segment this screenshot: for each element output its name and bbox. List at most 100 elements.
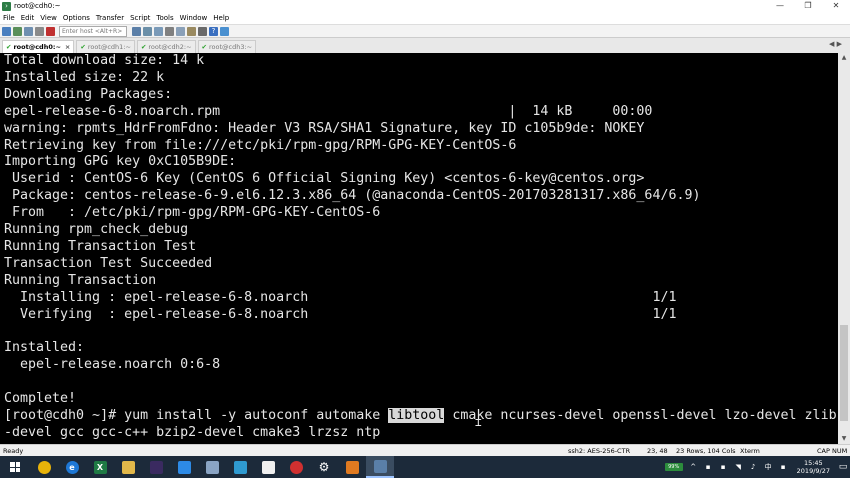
taskbar-explorer[interactable] — [114, 456, 142, 478]
terminal-output[interactable]: Total download size: 14 k Installed size:… — [0, 53, 838, 444]
terminal-line: Installed size: 22 k — [4, 69, 165, 85]
tab-cdh0[interactable]: ✔ root@cdh0:~ × — [2, 40, 75, 53]
app-icon — [261, 460, 275, 474]
app-icon — [233, 460, 247, 474]
chrome-icon — [37, 460, 51, 474]
status-position: 23, 48 — [647, 447, 668, 455]
scroll-thumb[interactable] — [840, 325, 848, 421]
maximize-button[interactable]: ❐ — [794, 0, 822, 12]
taskbar-app12[interactable] — [338, 456, 366, 478]
scroll-up-icon[interactable]: ▲ — [838, 53, 850, 63]
connect-tab-icon[interactable] — [24, 26, 33, 36]
input-method-icon[interactable]: 中 — [763, 462, 774, 473]
tray-app-icon[interactable]: ▪ — [703, 462, 714, 473]
taskbar-app6[interactable] — [170, 456, 198, 478]
terminal-line: Total download size: 14 k — [4, 53, 205, 68]
paste-icon[interactable] — [143, 26, 152, 36]
taskbar-securecrt[interactable] — [366, 456, 394, 478]
host-input[interactable]: Enter host <Alt+R> — [59, 25, 127, 37]
menu-view[interactable]: View — [37, 14, 60, 22]
taskbar-chrome[interactable] — [30, 456, 58, 478]
app-icon — [149, 460, 163, 474]
taskbar-app8[interactable] — [226, 456, 254, 478]
edge-icon: e — [65, 460, 79, 474]
reconnect-icon[interactable] — [35, 26, 44, 36]
tray-app-icon[interactable]: ▪ — [778, 462, 789, 473]
terminal-line: epel-release-6-8.noarch.rpm | 14 kB 00:0… — [4, 103, 653, 119]
session-tabs: ✔ root@cdh0:~ × ✔ root@cdh1:~ ✔ root@cdh… — [0, 38, 850, 53]
tab-label: root@cdh0:~ — [13, 43, 61, 51]
app-icon — [177, 460, 191, 474]
menu-options[interactable]: Options — [60, 14, 93, 22]
sftp-icon[interactable] — [187, 26, 196, 36]
terminal-line: Complete! — [4, 391, 77, 407]
taskbar-app5[interactable] — [142, 456, 170, 478]
terminal-text: Total download size: 14 k Installed size:… — [0, 53, 838, 408]
taskbar-excel[interactable]: X — [86, 456, 114, 478]
help-icon[interactable]: ? — [209, 26, 218, 36]
terminal-line: Userid : CentOS-6 Key (CentOS 6 Official… — [4, 171, 645, 187]
terminal-line: Retrieving key from file:///etc/pki/rpm-… — [4, 137, 517, 153]
window-title: root@cdh0:~ — [14, 2, 61, 10]
keymap-icon[interactable] — [198, 26, 207, 36]
scroll-down-icon[interactable]: ▼ — [838, 434, 850, 444]
clock[interactable]: 15:45 2019/9/27 — [797, 459, 830, 475]
status-cipher: ssh2: AES-256-CTR — [568, 447, 631, 455]
windows-icon — [10, 462, 20, 472]
folder-icon — [121, 460, 135, 474]
connected-check-icon: ✔ — [6, 43, 12, 51]
taskbar-app9[interactable] — [254, 456, 282, 478]
clock-date: 2019/9/27 — [796, 467, 830, 475]
menu-window[interactable]: Window — [177, 14, 211, 22]
terminal-line: From : /etc/pki/rpm-gpg/RPM-GPG-KEY-Cent… — [4, 205, 381, 221]
tab-cdh3[interactable]: ✔ root@cdh3:~ — [197, 40, 257, 53]
copy-icon[interactable] — [132, 26, 141, 36]
terminal-line: Running Transaction — [4, 272, 157, 288]
menu-transfer[interactable]: Transfer — [93, 14, 127, 22]
tab-cdh2[interactable]: ✔ root@cdh2:~ — [136, 40, 196, 53]
taskbar: e X ⚙ 99% ^ ▪ ▪ ◥ ♪ 中 ▪ 15:45 2019/9/27 … — [0, 456, 850, 478]
about-icon[interactable] — [220, 26, 229, 36]
volume-icon[interactable]: ♪ — [748, 462, 759, 473]
app-icon: › — [2, 1, 11, 11]
print-icon[interactable] — [165, 26, 174, 36]
menu-file[interactable]: File — [0, 14, 18, 22]
chevron-up-icon[interactable]: ^ — [688, 462, 699, 473]
battery-indicator[interactable]: 99% — [664, 463, 683, 471]
start-button[interactable] — [0, 456, 30, 478]
connected-check-icon: ✔ — [140, 43, 147, 51]
notification-icon[interactable]: ▭ — [836, 456, 850, 478]
close-tab-icon[interactable]: × — [65, 41, 70, 53]
minimize-button[interactable]: — — [766, 0, 794, 12]
menu-script[interactable]: Script — [127, 14, 153, 22]
tab-scroll-arrows[interactable]: ◀ ▶ — [829, 40, 842, 48]
menu-bar: File Edit View Options Transfer Script T… — [0, 12, 850, 25]
taskbar-settings[interactable]: ⚙ — [310, 456, 338, 478]
tab-cdh1[interactable]: ✔ root@cdh1:~ — [76, 40, 135, 53]
taskbar-app10[interactable] — [282, 456, 310, 478]
quick-connect-icon[interactable] — [13, 26, 22, 36]
menu-edit[interactable]: Edit — [18, 14, 38, 22]
vertical-scrollbar[interactable]: ▲ ▼ — [838, 53, 850, 444]
terminal-line: Package: centos-release-6-9.el6.12.3.x86… — [4, 188, 701, 204]
menu-tools[interactable]: Tools — [153, 14, 176, 22]
terminal-line: Verifying : epel-release-6-8.noarch 1/1 — [4, 306, 677, 322]
network-icon[interactable]: ◥ — [733, 462, 744, 473]
find-icon[interactable] — [154, 26, 163, 36]
close-button[interactable]: ✕ — [822, 0, 850, 12]
tab-label: root@cdh1:~ — [87, 43, 131, 51]
disconnect-icon[interactable] — [46, 26, 55, 36]
tray-app-icon[interactable]: ▪ — [718, 462, 729, 473]
connect-icon[interactable] — [2, 26, 11, 36]
title-bar: › root@cdh0:~ — ❐ ✕ — [0, 0, 850, 12]
menu-help[interactable]: Help — [210, 14, 232, 22]
taskbar-app7[interactable] — [198, 456, 226, 478]
taskbar-edge[interactable]: e — [58, 456, 86, 478]
terminal-line: Downloading Packages: — [4, 86, 173, 102]
settings-icon[interactable] — [176, 26, 185, 36]
tab-label: root@cdh3:~ — [208, 43, 253, 51]
status-bar: Ready ssh2: AES-256-CTR 23, 48 23 Rows, … — [0, 444, 850, 456]
status-size: 23 Rows, 104 Cols — [676, 447, 736, 455]
